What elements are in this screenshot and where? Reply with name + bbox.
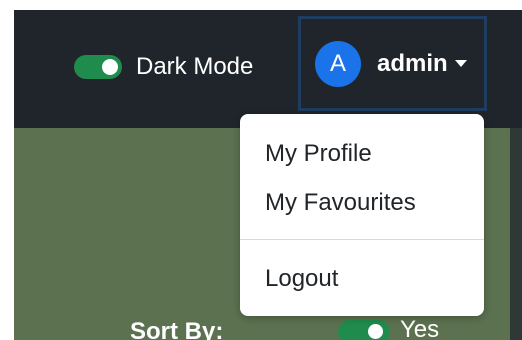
sort-by-label: Sort By: bbox=[130, 318, 224, 340]
switch-knob bbox=[102, 59, 118, 75]
user-dropdown-menu: My Profile My Favourites Logout bbox=[240, 114, 484, 316]
sort-by-value: Yes bbox=[400, 316, 440, 340]
menu-item-logout[interactable]: Logout bbox=[265, 265, 338, 293]
username: admin bbox=[377, 49, 448, 77]
menu-divider bbox=[240, 239, 484, 240]
content-edge bbox=[510, 128, 522, 340]
dark-mode-label: Dark Mode bbox=[136, 53, 254, 80]
user-menu-button[interactable]: A admin bbox=[298, 16, 487, 111]
app: Dark Mode A admin My Profile My Favourit… bbox=[0, 0, 522, 340]
switch-knob bbox=[368, 324, 383, 339]
menu-item-my-favourites[interactable]: My Favourites bbox=[265, 189, 416, 217]
menu-item-my-profile[interactable]: My Profile bbox=[265, 140, 372, 168]
avatar: A bbox=[315, 40, 361, 87]
dark-mode-switch[interactable] bbox=[74, 55, 122, 79]
sort-by-switch[interactable] bbox=[338, 320, 390, 340]
dark-mode-toggle[interactable]: Dark Mode bbox=[74, 55, 253, 79]
caret-down-icon bbox=[454, 60, 467, 67]
